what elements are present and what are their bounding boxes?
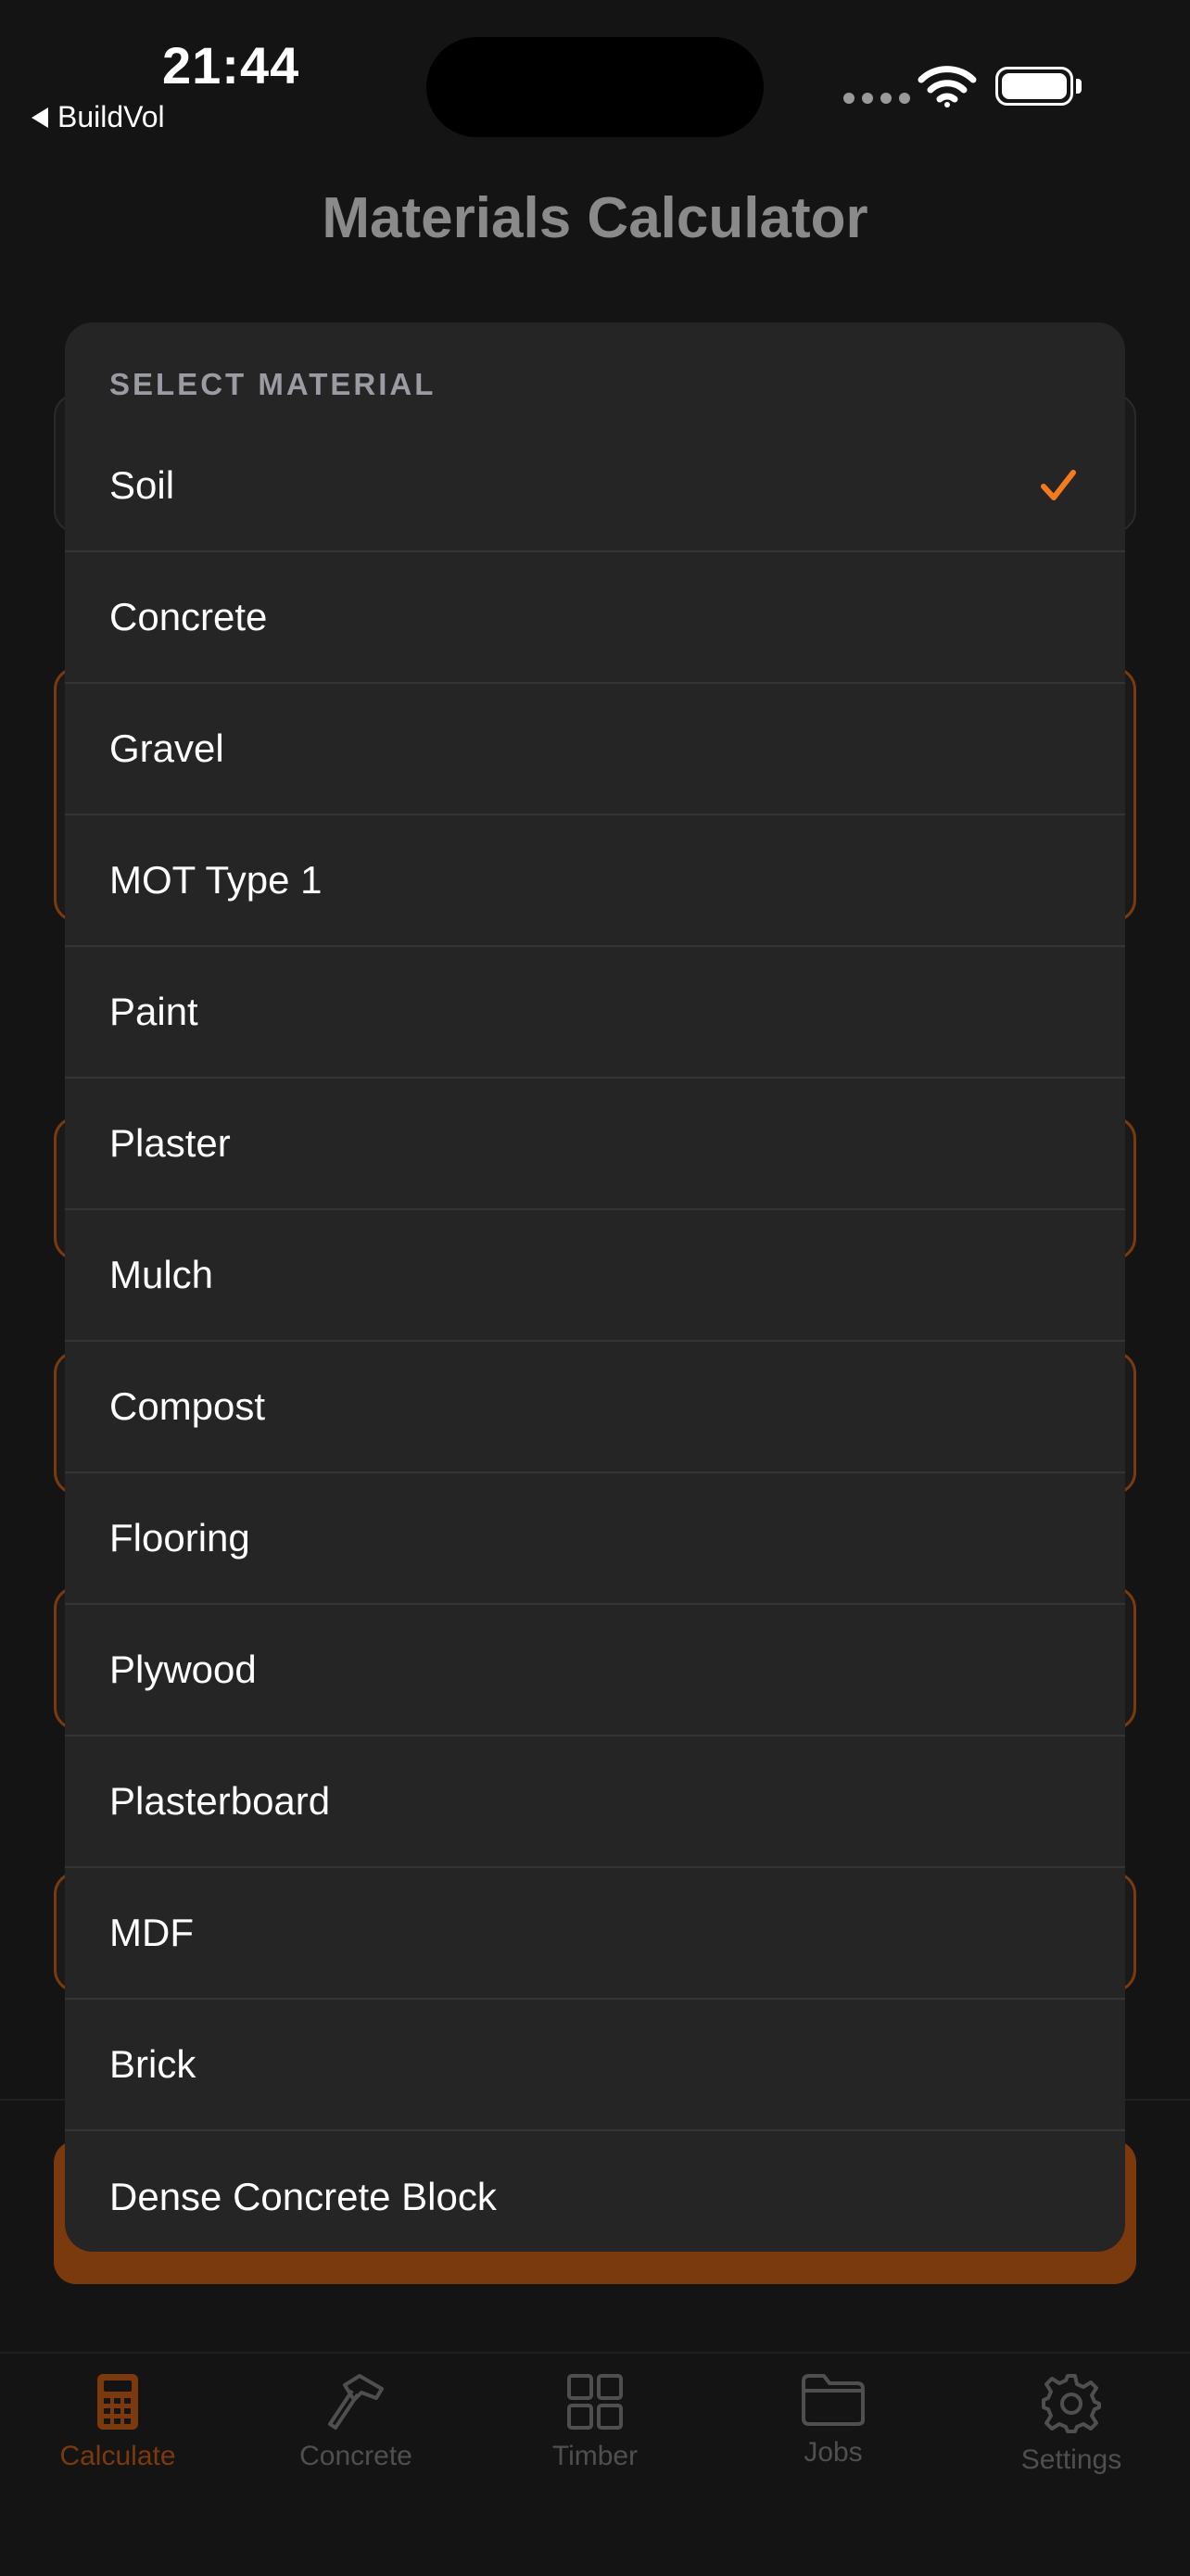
option-label: Compost [109, 1384, 266, 1428]
material-option-soil[interactable]: Soil [65, 421, 1125, 552]
tab-label: Calculate [59, 2441, 176, 2471]
tab-label: Jobs [804, 2437, 863, 2468]
checkmark-icon [1041, 470, 1076, 500]
option-label: Plywood [109, 1648, 257, 1691]
material-option-mdf[interactable]: MDF [65, 1868, 1125, 2000]
tab-label: Timber [551, 2441, 639, 2471]
tab-label: Concrete [299, 2441, 412, 2471]
option-label: Brick [109, 2042, 196, 2086]
option-label: Flooring [109, 1516, 250, 1559]
material-option-plaster[interactable]: Plaster [65, 1079, 1125, 1210]
material-option-mulch[interactable]: Mulch [65, 1210, 1125, 1342]
back-to-app-link[interactable]: BuildVol [32, 100, 165, 134]
back-arrow-icon [32, 107, 48, 128]
material-option-plywood[interactable]: Plywood [65, 1605, 1125, 1736]
material-option-concrete[interactable]: Concrete [65, 552, 1125, 684]
option-label: Mulch [109, 1253, 214, 1296]
material-option-dense-concrete-block[interactable]: Dense Concrete Block [65, 2131, 1125, 2252]
folder-icon [802, 2374, 865, 2426]
cellular-signal-icon [843, 93, 910, 104]
dynamic-island [426, 37, 764, 137]
material-option-plasterboard[interactable]: Plasterboard [65, 1736, 1125, 1868]
wifi-icon [918, 66, 977, 107]
material-option-mot-type-1[interactable]: MOT Type 1 [65, 815, 1125, 947]
gear-icon [1042, 2374, 1101, 2433]
material-option-compost[interactable]: Compost [65, 1342, 1125, 1473]
hammer-icon [328, 2374, 384, 2430]
grid-icon [567, 2374, 623, 2430]
battery-icon [995, 67, 1073, 106]
tab-concrete[interactable]: Concrete [254, 2372, 458, 2472]
option-label: Gravel [109, 726, 224, 770]
page-title: Materials Calculator [322, 186, 868, 250]
calculator-icon [97, 2374, 138, 2430]
dropdown-header: SELECT MATERIAL [109, 367, 437, 401]
option-label: Plaster [109, 1121, 231, 1165]
battery-cap [1076, 79, 1082, 94]
tab-label: Settings [1020, 2444, 1122, 2475]
tab-bar: Calculate Concrete Timber Jobs Settings [0, 2352, 1190, 2576]
material-option-paint[interactable]: Paint [65, 947, 1125, 1079]
tab-settings[interactable]: Settings [969, 2372, 1173, 2476]
tab-timber[interactable]: Timber [493, 2372, 697, 2472]
option-label: MDF [109, 1911, 194, 1954]
option-label: Paint [109, 990, 198, 1033]
status-time: 21:44 [162, 36, 300, 95]
material-option-brick[interactable]: Brick [65, 2000, 1125, 2131]
material-dropdown: SELECT MATERIAL Soil Concrete Gravel MOT… [65, 322, 1125, 2252]
option-label: Soil [109, 463, 175, 507]
option-label: Concrete [109, 595, 268, 638]
material-option-gravel[interactable]: Gravel [65, 684, 1125, 815]
back-app-label: BuildVol [57, 100, 165, 133]
material-option-flooring[interactable]: Flooring [65, 1473, 1125, 1605]
option-label: Plasterboard [109, 1779, 331, 1823]
material-list: Soil Concrete Gravel MOT Type 1 Paint Pl… [65, 421, 1125, 2252]
tab-jobs[interactable]: Jobs [731, 2372, 935, 2469]
option-label: Dense Concrete Block [109, 2175, 497, 2218]
tab-calculate[interactable]: Calculate [16, 2372, 220, 2472]
option-label: MOT Type 1 [109, 858, 323, 902]
